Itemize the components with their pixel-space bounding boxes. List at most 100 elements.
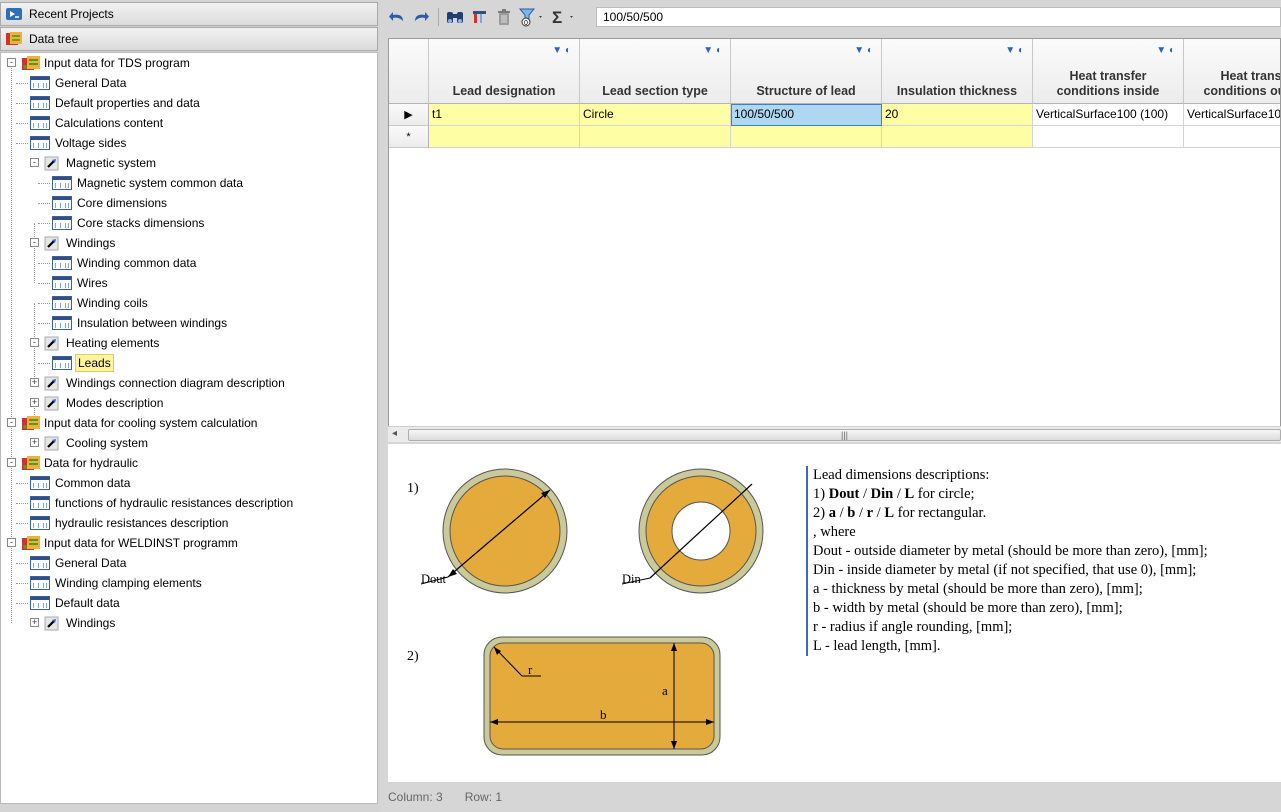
table-icon: [30, 556, 50, 570]
tree-node-label: Winding common data: [77, 256, 197, 270]
tree-node[interactable]: Magnetic system: [44, 153, 158, 173]
tree-connector: [38, 363, 50, 364]
new-cell[interactable]: [580, 126, 731, 148]
redo-button[interactable]: [410, 6, 432, 28]
tree-node[interactable]: Core stacks dimensions: [52, 213, 206, 233]
row-selector[interactable]: ▶: [389, 104, 429, 126]
filter-sort-icon[interactable]: ▼ ◐: [703, 45, 722, 56]
tree-node[interactable]: Voltage sides: [30, 133, 128, 153]
cell-structure-of-lead[interactable]: 100/50/500: [731, 104, 882, 126]
collapse-icon[interactable]: -: [7, 58, 16, 67]
tree-node[interactable]: Core dimensions: [52, 193, 169, 213]
tree-node[interactable]: Windings: [44, 233, 117, 253]
tree-node[interactable]: Input data for cooling system calculatio…: [21, 413, 259, 433]
column-header-structure-of-lead[interactable]: ▼ ◐ Structure of lead: [731, 39, 882, 104]
column-header-lead-section-type[interactable]: ▼ ◐ Lead section type: [580, 39, 731, 104]
filter-sort-icon[interactable]: ▼ ◐: [552, 45, 571, 56]
collapse-icon[interactable]: -: [7, 418, 16, 427]
tree-node[interactable]: General Data: [30, 553, 128, 573]
filter-sort-icon[interactable]: ▼ ◐: [1005, 45, 1024, 56]
tree-node-label: Windings: [66, 616, 116, 630]
tree-node[interactable]: Windings connection diagram description: [44, 373, 287, 393]
new-cell[interactable]: [731, 126, 882, 148]
tree-node-label: hydraulic resistances description: [55, 516, 229, 530]
tree-node-label: Windings connection diagram description: [66, 376, 285, 390]
horizontal-scrollbar[interactable]: ◂ |||: [388, 426, 1281, 442]
new-cell[interactable]: [882, 126, 1033, 148]
collapse-icon[interactable]: -: [7, 538, 16, 547]
cell-insulation-thickness[interactable]: 20: [882, 104, 1033, 126]
filter-button[interactable]: 0: [517, 6, 547, 28]
desc-line-a: a - thickness by metal (should be more t…: [813, 581, 1143, 597]
tree-node[interactable]: Input data for WELDINST programm: [21, 533, 240, 553]
tree-node[interactable]: hydraulic resistances description: [30, 513, 230, 533]
tree-node[interactable]: Input data for TDS program: [21, 53, 192, 73]
din-label: Din: [622, 572, 642, 586]
tree-node-label: Input data for TDS program: [44, 56, 190, 70]
cell-lead-designation[interactable]: t1: [429, 104, 580, 126]
table-icon: [52, 276, 72, 290]
tree-connector: [16, 103, 28, 104]
column-header-lead-designation[interactable]: ▼ ◐ Lead designation: [429, 39, 580, 104]
delete-button[interactable]: [493, 6, 515, 28]
sum-button[interactable]: Σ: [549, 6, 579, 28]
collapse-icon[interactable]: -: [30, 158, 39, 167]
tree-node[interactable]: Common data: [30, 473, 132, 493]
new-cell[interactable]: [1184, 126, 1280, 148]
expand-icon[interactable]: +: [30, 378, 39, 387]
tree-node[interactable]: Insulation between windings: [52, 313, 229, 333]
column-header-insulation-thickness[interactable]: ▼ ◐ Insulation thickness: [882, 39, 1033, 104]
tree-node[interactable]: Default data: [30, 593, 122, 613]
left-panel: Recent Projects Data tree - Input data fo…: [0, 0, 380, 812]
find-button[interactable]: [443, 6, 467, 28]
tree-node[interactable]: functions of hydraulic resistances descr…: [30, 493, 295, 513]
tree-node[interactable]: Cooling system: [44, 433, 150, 453]
filter-text-field[interactable]: 100/50/500: [596, 7, 1281, 27]
collapse-icon[interactable]: -: [30, 238, 39, 247]
tree-node[interactable]: Winding clamping elements: [30, 573, 204, 593]
expand-icon[interactable]: +: [30, 618, 39, 627]
new-cell[interactable]: [429, 126, 580, 148]
expand-icon[interactable]: +: [30, 398, 39, 407]
tree-node[interactable]: Calculations content: [30, 113, 165, 133]
lead-diagram: 1) Dout Din 2) b a r: [407, 468, 764, 756]
tree-node[interactable]: Winding common data: [52, 253, 198, 273]
cell-heat-transfer-inside[interactable]: VerticalSurface100 (100): [1033, 104, 1184, 126]
scroll-thumb[interactable]: |||: [408, 429, 1281, 441]
recent-projects-header[interactable]: Recent Projects: [0, 2, 378, 26]
filter-icon: 0: [518, 8, 542, 27]
data-tree-header[interactable]: Data tree: [0, 27, 378, 51]
table-icon: [30, 596, 50, 610]
tree-node[interactable]: Magnetic system common data: [52, 173, 245, 193]
undo-button[interactable]: [386, 6, 408, 28]
new-row-selector[interactable]: *: [389, 126, 429, 148]
cell-lead-section-type[interactable]: Circle: [580, 104, 731, 126]
app-window: Recent Projects Data tree - Input data fo…: [0, 0, 1281, 812]
data-tree[interactable]: - Input data for TDS program General Data D…: [0, 52, 378, 804]
tree-node[interactable]: Leads: [52, 353, 114, 373]
tree-node[interactable]: General Data: [30, 73, 128, 93]
new-cell[interactable]: [1033, 126, 1184, 148]
tree-node[interactable]: Heating elements: [44, 333, 161, 353]
column-header-heat-transfer-inside[interactable]: ▼ ◐ Heat transfer conditions inside: [1033, 39, 1184, 104]
table-icon: [52, 356, 72, 370]
tree-node[interactable]: Wires: [52, 273, 110, 293]
database-icon: [21, 415, 40, 431]
column-chooser-icon: [473, 11, 486, 23]
filter-sort-icon[interactable]: ▼ ◐: [854, 45, 873, 56]
desc-line-r: r - radius if angle rounding, [mm];: [813, 619, 1013, 635]
cell-heat-transfer-outside[interactable]: VerticalSurface100 (100): [1184, 104, 1280, 126]
tree-node[interactable]: Modes description: [44, 393, 165, 413]
scroll-left-icon[interactable]: ◂: [392, 428, 397, 439]
tree-node[interactable]: Data for hydraulic: [21, 453, 140, 473]
lead-dimensions-description: Lead dimensions descriptions: 1) Dout / …: [806, 466, 1208, 656]
tree-node[interactable]: Default properties and data: [30, 93, 202, 113]
column-header-heat-transfer-outside[interactable]: ▼ ◐ Heat transfer conditions outside: [1184, 39, 1280, 104]
collapse-icon[interactable]: -: [30, 338, 39, 347]
filter-sort-icon[interactable]: ▼ ◐: [1156, 45, 1175, 56]
collapse-icon[interactable]: -: [7, 458, 16, 467]
expand-icon[interactable]: +: [30, 438, 39, 447]
column-chooser-button[interactable]: [469, 6, 491, 28]
tree-node[interactable]: Winding coils: [52, 293, 150, 313]
tree-node[interactable]: Windings: [44, 613, 117, 633]
